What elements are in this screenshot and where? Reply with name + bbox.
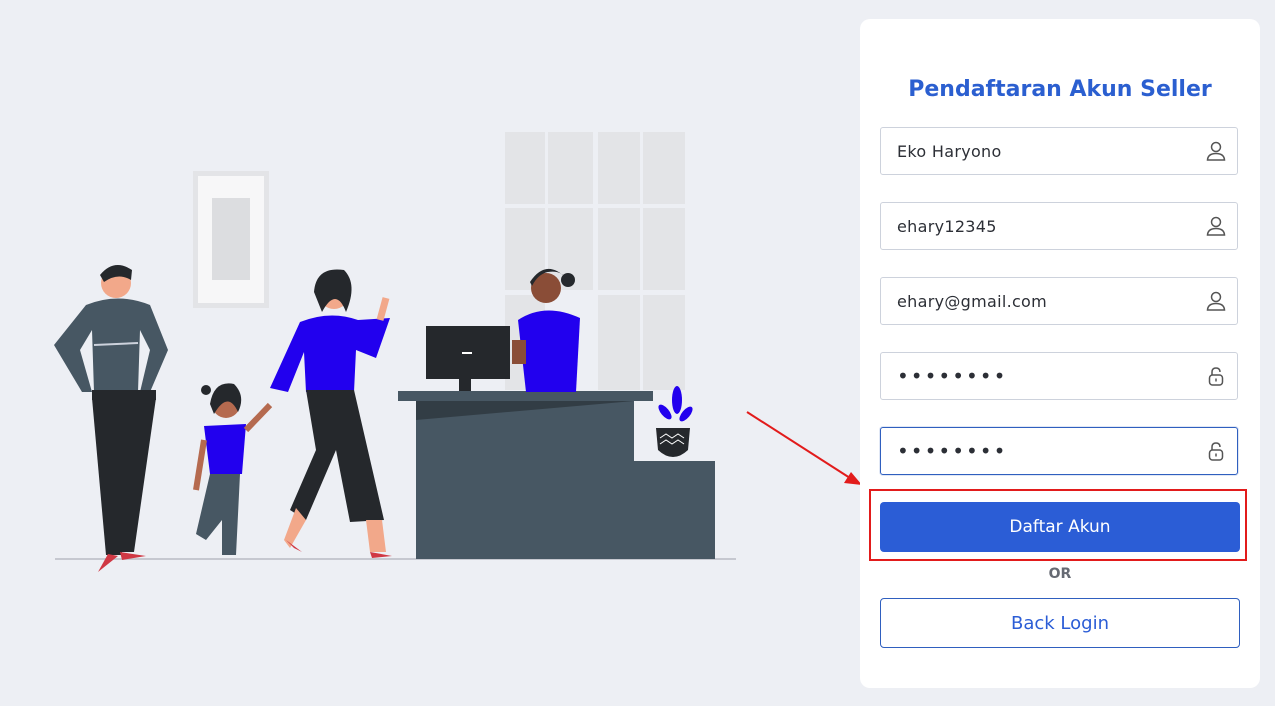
user-icon [1206, 291, 1226, 311]
back-login-button[interactable]: Back Login [880, 598, 1240, 648]
or-divider: OR [1048, 566, 1072, 582]
password-field[interactable] [880, 352, 1238, 400]
email-input[interactable] [897, 278, 1197, 324]
username-input[interactable] [897, 203, 1197, 249]
registration-illustration [54, 132, 736, 572]
confirm-password-input[interactable] [897, 428, 1197, 474]
wall-frame [193, 171, 269, 308]
name-field[interactable] [880, 127, 1238, 175]
computer-monitor [426, 326, 510, 391]
man-figure [54, 265, 168, 572]
woman-figure [270, 269, 392, 558]
email-field[interactable] [880, 277, 1238, 325]
user-icon [1206, 141, 1226, 161]
girl-figure [193, 383, 273, 555]
lock-icon [1208, 442, 1224, 461]
potted-plant [656, 386, 693, 457]
confirm-password-field[interactable] [880, 427, 1238, 475]
lock-icon [1208, 367, 1224, 386]
username-field[interactable] [880, 202, 1238, 250]
daftar-akun-button[interactable]: Daftar Akun [880, 502, 1240, 552]
annotation-arrow [746, 411, 862, 485]
password-input[interactable] [897, 353, 1197, 399]
name-input[interactable] [897, 128, 1197, 174]
user-icon [1206, 216, 1226, 236]
form-title: Pendaftaran Akun Seller [908, 77, 1212, 102]
registration-card: Pendaftaran Akun Seller Daftar Akun OR B… [860, 19, 1260, 688]
